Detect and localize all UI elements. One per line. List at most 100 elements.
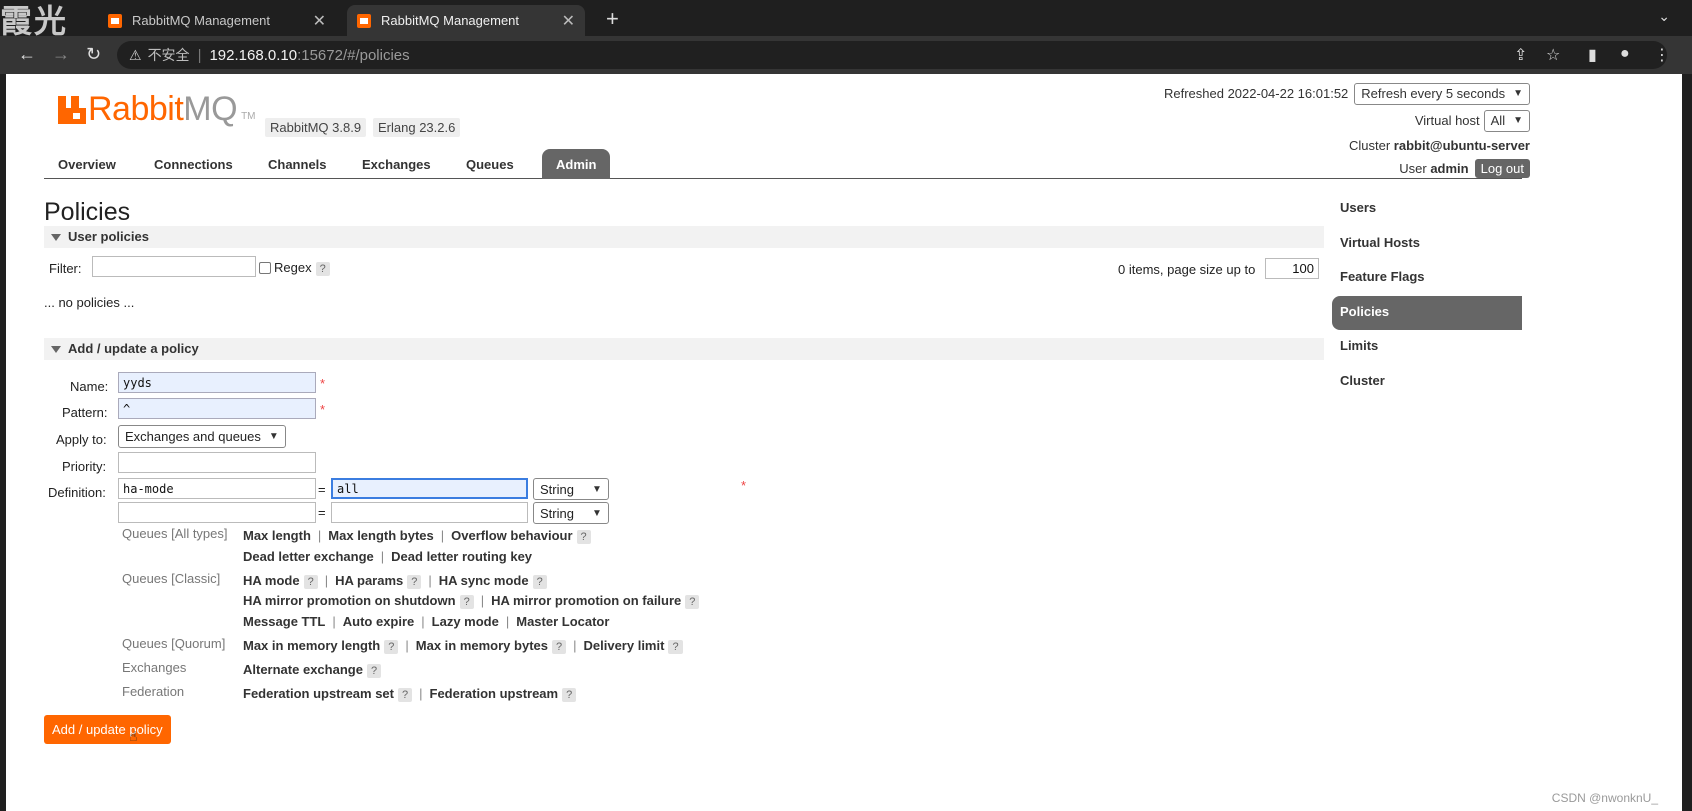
help-link-lazy-mode[interactable]: Lazy mode — [432, 614, 499, 629]
help-button[interactable]: ? — [532, 575, 547, 589]
definition-type-select[interactable]: String ▼ — [533, 478, 609, 500]
definition-key-input-2[interactable] — [118, 502, 316, 523]
tab-admin[interactable]: Admin — [542, 149, 611, 179]
definition-key-input[interactable] — [118, 478, 316, 499]
help-button[interactable]: ? — [303, 575, 318, 589]
page-size-input[interactable] — [1265, 258, 1319, 279]
csdn-watermark: CSDN @nwonknU_ — [1551, 791, 1658, 805]
erlang-badge: Erlang 23.2.6 — [373, 118, 461, 137]
help-button[interactable]: ? — [685, 595, 700, 609]
regex-checkbox[interactable] — [259, 262, 271, 274]
help-button[interactable]: ? — [551, 640, 567, 654]
help-link-max-length[interactable]: Max length — [243, 528, 311, 543]
sidebar-toggle-icon[interactable]: ▮ — [1588, 45, 1597, 65]
definition-type-select-2[interactable]: String ▼ — [533, 502, 609, 524]
help-link-dlrk[interactable]: Dead letter routing key — [391, 549, 532, 564]
rabbitmq-page: RabbitMQ TM RabbitMQ 3.8.9 Erlang 23.2.6… — [6, 74, 1682, 811]
back-icon[interactable]: ← — [18, 44, 36, 65]
user-policies-header[interactable]: User policies — [44, 226, 1324, 248]
help-button[interactable]: ? — [366, 664, 382, 678]
help-link-federation-upstream[interactable]: Federation upstream — [430, 686, 559, 701]
browser-tab-1[interactable]: RabbitMQ Management ✕ — [98, 5, 336, 36]
close-tab-icon[interactable]: ✕ — [313, 11, 326, 31]
tab-channels[interactable]: Channels — [254, 149, 341, 179]
rabbitmq-favicon-icon — [357, 13, 371, 28]
star-icon[interactable]: ☆ — [1546, 45, 1560, 65]
rabbitmq-logo-icon — [58, 96, 86, 124]
help-link-max-in-memory-bytes[interactable]: Max in memory bytes — [416, 638, 548, 653]
help-link-delivery-limit[interactable]: Delivery limit — [584, 638, 665, 653]
sidebar-item-policies[interactable]: Policies — [1332, 295, 1522, 330]
regex-help-button[interactable]: ? — [315, 262, 330, 276]
help-link-dlx[interactable]: Dead letter exchange — [243, 549, 374, 564]
help-category-exchanges: Exchanges — [122, 660, 187, 675]
profile-icon[interactable]: ● — [1620, 45, 1630, 63]
rabbitmq-logo[interactable]: RabbitMQ TM — [58, 90, 256, 128]
reload-icon[interactable]: ↻ — [86, 44, 101, 65]
definition-value-input[interactable] — [331, 478, 528, 499]
definition-value-input-2[interactable] — [331, 502, 528, 523]
add-update-policy-button[interactable]: Add / update policy — [44, 715, 171, 744]
help-link-overflow[interactable]: Overflow behaviour — [451, 528, 572, 543]
pattern-input[interactable] — [118, 398, 316, 419]
close-tab-icon[interactable]: ✕ — [562, 11, 575, 31]
forward-icon[interactable]: → — [52, 44, 70, 65]
help-button[interactable]: ? — [407, 575, 422, 589]
help-link-ha-promo-failure[interactable]: HA mirror promotion on failure — [491, 593, 681, 608]
chevron-down-icon[interactable]: ⌄ — [1658, 8, 1670, 25]
help-link-max-in-memory-length[interactable]: Max in memory length — [243, 638, 380, 653]
help-row: Message TTL | Auto expire | Lazy mode | Master… — [243, 614, 610, 629]
sidebar-item-limits[interactable]: Limits — [1332, 330, 1522, 365]
help-button[interactable]: ? — [459, 595, 474, 609]
add-policy-header[interactable]: Add / update a policy — [44, 338, 1324, 360]
help-link-alternate-exchange[interactable]: Alternate exchange — [243, 662, 363, 677]
help-link-ha-params[interactable]: HA params — [335, 573, 403, 588]
help-link-max-length-bytes[interactable]: Max length bytes — [328, 528, 433, 543]
share-icon[interactable]: ⇪ — [1514, 45, 1527, 65]
browser-tab-2[interactable]: RabbitMQ Management ✕ — [347, 5, 585, 36]
filter-label: Filter: — [49, 261, 82, 276]
refreshed-label: Refreshed 2022-04-22 16:01:52 — [1163, 86, 1349, 101]
regex-label: Regex? — [274, 260, 330, 276]
collapse-triangle-icon — [51, 346, 61, 353]
address-bar[interactable]: ⚠ 不安全 | 192.168.0.10 :15672/#/policies — [117, 41, 1667, 69]
help-link-message-ttl[interactable]: Message TTL — [243, 614, 325, 629]
help-row: Alternate exchange? — [243, 662, 382, 678]
help-link-ha-promo-shutdown[interactable]: HA mirror promotion on shutdown — [243, 593, 456, 608]
filter-input[interactable] — [92, 256, 256, 277]
sidebar-item-cluster[interactable]: Cluster — [1332, 365, 1522, 400]
logo-text: RabbitMQ — [88, 90, 238, 128]
tab-overview[interactable]: Overview — [44, 149, 130, 179]
new-tab-icon[interactable]: + — [606, 6, 619, 32]
url-host: 192.168.0.10 — [209, 46, 298, 64]
chevron-down-icon: ▼ — [268, 431, 279, 442]
help-button[interactable]: ? — [562, 688, 577, 702]
name-label: Name: — [70, 379, 109, 394]
sidebar-item-feature-flags[interactable]: Feature Flags — [1332, 261, 1522, 296]
help-button[interactable]: ? — [576, 530, 591, 544]
tab-connections[interactable]: Connections — [140, 149, 247, 179]
vhost-select[interactable]: All ▼ — [1483, 109, 1530, 132]
help-link-federation-upstream-set[interactable]: Federation upstream set — [243, 686, 394, 701]
priority-input[interactable] — [118, 452, 316, 473]
main-menu: Overview Connections Channels Exchanges … — [44, 149, 1522, 179]
help-link-auto-expire[interactable]: Auto expire — [343, 614, 415, 629]
help-link-ha-sync[interactable]: HA sync mode — [439, 573, 529, 588]
help-button[interactable]: ? — [384, 640, 399, 654]
apply-to-select[interactable]: Exchanges and queues ▼ — [118, 425, 286, 448]
policy-name-input[interactable] — [118, 372, 316, 393]
help-link-ha-mode[interactable]: HA mode — [243, 573, 300, 588]
tab-queues[interactable]: Queues — [452, 149, 528, 179]
help-row: Max in memory length? | Max in memory byte… — [243, 638, 683, 654]
refresh-select[interactable]: Refresh every 5 seconds ▼ — [1354, 82, 1530, 105]
help-button[interactable]: ? — [668, 640, 683, 654]
help-category-queues-all: Queues [All types] — [122, 526, 228, 541]
help-row: Max length | Max length bytes | Overflow beh… — [243, 528, 591, 544]
tab-exchanges[interactable]: Exchanges — [348, 149, 445, 179]
more-icon[interactable]: ⋮ — [1654, 45, 1670, 65]
sidebar-item-users[interactable]: Users — [1332, 192, 1522, 227]
sidebar-item-virtual-hosts[interactable]: Virtual Hosts — [1332, 227, 1522, 262]
warning-icon: ⚠ — [129, 46, 142, 63]
help-button[interactable]: ? — [398, 688, 413, 702]
help-link-master-locator[interactable]: Master Locator — [516, 614, 609, 629]
